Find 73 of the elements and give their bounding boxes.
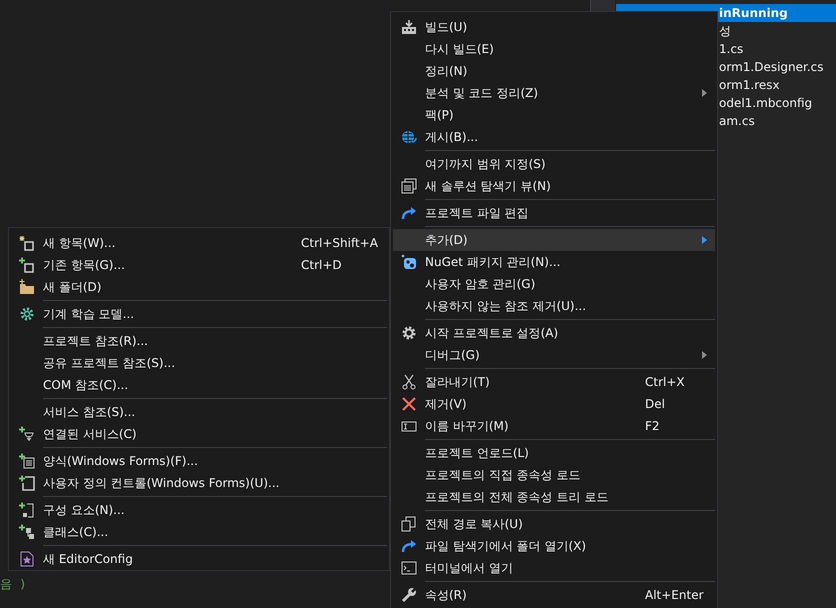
folder-icon (19, 279, 35, 295)
plug-icon (19, 426, 35, 442)
control-icon (19, 475, 35, 491)
copy-icon (401, 516, 417, 532)
code-text: 음 ) (0, 576, 26, 593)
menu-item[interactable]: NuGet 패키지 관리(N)... (393, 251, 715, 273)
menu-item[interactable]: 프로젝트의 직접 종속성 로드 (393, 464, 715, 486)
menu-item[interactable]: 시작 프로젝트로 설정(A) (393, 322, 715, 344)
scissors-icon (401, 374, 417, 390)
redo-arrow-icon (401, 538, 417, 554)
menu-item[interactable]: 새 항목(W)... Ctrl+Shift+A (11, 232, 387, 254)
menu-item[interactable]: 잘라내기(T) Ctrl+X (393, 371, 715, 393)
shortcut-text: Ctrl+Shift+A (301, 236, 379, 250)
window-icon (401, 178, 417, 194)
terminal-icon (401, 560, 417, 576)
menu-item[interactable]: 추가(D) (393, 229, 715, 251)
menu-item[interactable]: 사용자 암호 관리(G) (393, 273, 715, 295)
menu-item[interactable]: 사용자 정의 컨트롤(Windows Forms)(U)... (11, 472, 387, 494)
menu-item[interactable]: COM 참조(C)... (11, 374, 387, 396)
tree-item[interactable]: odel1.mbconfig (719, 96, 812, 110)
shortcut-text: Del (645, 397, 666, 411)
new-item-icon (19, 235, 35, 251)
globe-icon (401, 129, 417, 145)
gear-icon (19, 306, 35, 322)
redo-arrow-icon (401, 205, 417, 221)
menu-item[interactable]: 서비스 참조(S)... (11, 401, 387, 423)
menu-item[interactable]: 게시(B)... (393, 126, 715, 148)
menu-item[interactable]: 제거(V) Del (393, 393, 715, 415)
add-item-icon (19, 257, 35, 273)
menu-item[interactable]: 디버그(G) (393, 344, 715, 366)
menu-item[interactable]: 구성 요소(N)... (11, 499, 387, 521)
component-icon (19, 502, 35, 518)
menu-item[interactable]: 프로젝트 언로드(L) (393, 442, 715, 464)
menu-item[interactable]: 프로젝트 참조(R)... (11, 330, 387, 352)
menu-item[interactable]: 이름 바꾸기(M) F2 (393, 415, 715, 437)
class-icon (19, 524, 35, 540)
shortcut-text: Alt+Enter (645, 588, 705, 602)
tree-item[interactable]: 1.cs (719, 42, 744, 56)
menu-item[interactable]: 연결된 서비스(C) (11, 423, 387, 445)
tree-item[interactable]: orm1.resx (719, 78, 780, 92)
shortcut-text: Ctrl+X (645, 375, 686, 389)
menu-item[interactable]: 새 EditorConfig (11, 548, 387, 570)
menu-item[interactable]: 분석 및 코드 정리(Z) (393, 82, 715, 104)
menu-item[interactable]: 기존 항목(G)... Ctrl+D (11, 254, 387, 276)
file-star-icon (19, 551, 35, 567)
menu-item[interactable]: 터미널에서 열기 (393, 557, 715, 579)
tree-item[interactable]: orm1.Designer.cs (719, 60, 824, 74)
menu-item[interactable]: 팩(P) (393, 104, 715, 126)
menu-item[interactable]: 다시 빌드(E) (393, 38, 715, 60)
tree-item[interactable]: 성 (719, 22, 731, 40)
package-icon (401, 254, 417, 270)
build-icon (401, 19, 417, 35)
menu-item[interactable]: 새 솔루션 탐색기 뷰(N) (393, 175, 715, 197)
menu-item[interactable]: 프로젝트의 전체 종속성 트리 로드 (393, 486, 715, 508)
menu-item[interactable]: 정리(N) (393, 60, 715, 82)
menu-item[interactable]: 파일 탐색기에서 폴더 열기(X) (393, 535, 715, 557)
menu-item[interactable]: 양식(Windows Forms)(F)... (11, 450, 387, 472)
menu-item[interactable]: 기계 학습 모델... (11, 303, 387, 325)
menu-item[interactable]: 사용하지 않는 참조 제거(U)... (393, 295, 715, 317)
close-icon (401, 396, 417, 412)
wrench-icon (401, 587, 417, 603)
menu-item[interactable]: 클래스(C)... (11, 521, 387, 543)
menu-item[interactable]: 새 폴더(D) (11, 276, 387, 298)
menu-item[interactable]: 프로젝트 파일 편집 (393, 202, 715, 224)
tree-item[interactable]: am.cs (719, 114, 755, 128)
menu-item[interactable]: 전체 경로 복사(U) (393, 513, 715, 535)
menu-item[interactable]: 공유 프로젝트 참조(S)... (11, 352, 387, 374)
menu-item[interactable]: 여기까지 범위 지정(S) (393, 153, 715, 175)
shortcut-text: F2 (645, 419, 661, 433)
form-icon (19, 453, 35, 469)
menu-item[interactable]: 속성(R) Alt+Enter (393, 584, 715, 606)
shortcut-text: Ctrl+D (301, 258, 343, 272)
settings-icon (401, 325, 417, 341)
